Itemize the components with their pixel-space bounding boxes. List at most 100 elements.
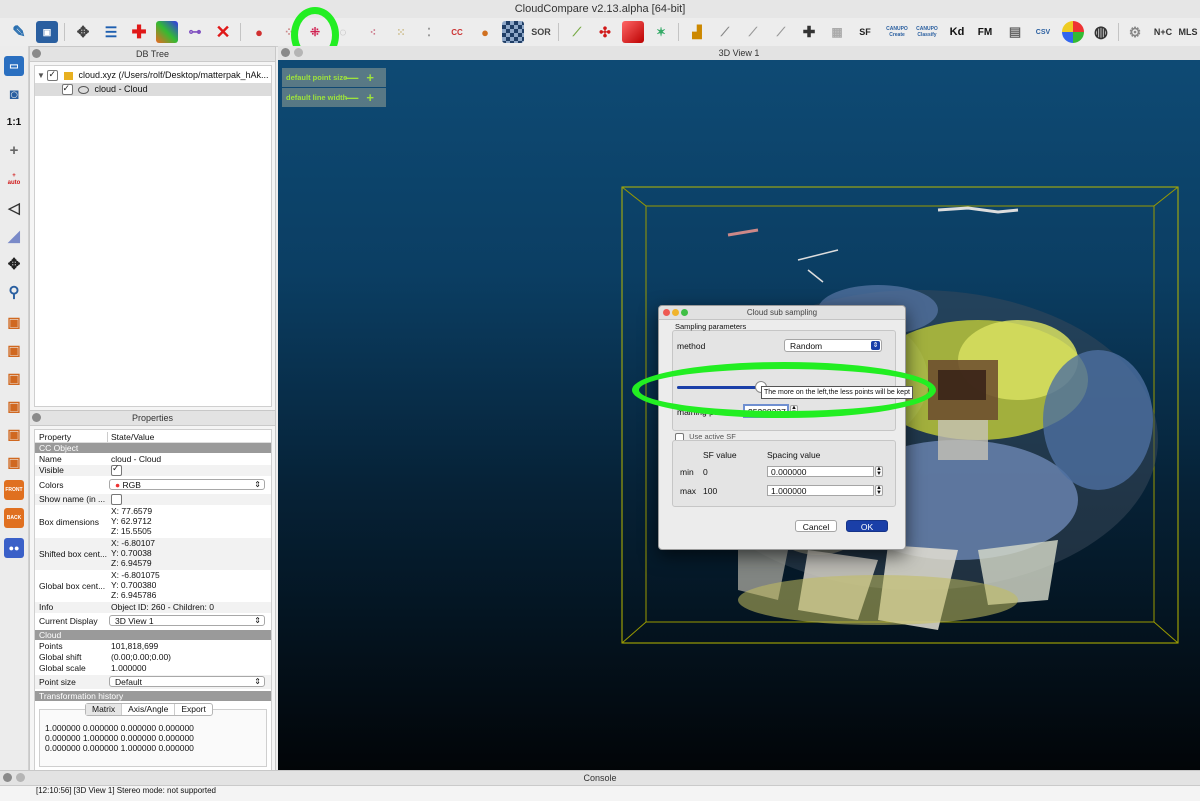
tree-item-cloud[interactable]: cloud - Cloud xyxy=(35,82,271,96)
folder-icon xyxy=(63,71,73,80)
points-icon[interactable]: ⁚ xyxy=(418,21,440,43)
subsample-icon[interactable]: ⁜ xyxy=(304,21,326,43)
maximize-icon[interactable] xyxy=(681,309,688,316)
move-icon[interactable]: ✥ xyxy=(4,254,24,274)
minimize-icon[interactable] xyxy=(672,309,679,316)
compare-icon[interactable]: ⟋ xyxy=(742,21,764,43)
zoom-one-icon[interactable]: 1:1 xyxy=(4,112,24,132)
edit-icon[interactable]: ⟋ xyxy=(714,21,736,43)
delete-icon[interactable]: ✕ xyxy=(212,21,234,43)
front-iso-icon[interactable]: FRONT xyxy=(4,480,24,500)
cloud-icon xyxy=(78,85,90,94)
segment-icon[interactable] xyxy=(622,21,644,43)
camera-icon[interactable]: ◙ xyxy=(4,84,24,104)
cancel-button[interactable]: Cancel xyxy=(795,520,837,532)
min-spacing-field[interactable]: 0.000000 xyxy=(767,466,874,477)
merge-icon[interactable]: ✚ xyxy=(128,21,150,43)
grid-icon[interactable]: ▦ xyxy=(826,21,848,43)
max-spacing-value: 1.000000 xyxy=(771,486,807,496)
cloud-visibility-checkbox[interactable] xyxy=(61,82,73,96)
root-visibility-checkbox[interactable] xyxy=(47,68,59,82)
expand-arrow-icon[interactable]: ▼ xyxy=(37,71,45,80)
close-icon[interactable] xyxy=(281,48,290,57)
current-display-select[interactable]: 3D View 1 xyxy=(109,615,265,626)
plus-icon[interactable]: ✚ xyxy=(798,21,820,43)
float-icon[interactable] xyxy=(16,773,25,782)
point-size-select[interactable]: Default xyxy=(109,676,265,687)
close-icon[interactable] xyxy=(32,413,41,422)
translate-icon[interactable]: ✣ xyxy=(594,21,616,43)
crop-icon[interactable]: ⁖ xyxy=(362,21,384,43)
float-icon[interactable] xyxy=(294,48,303,57)
row-box-dimensions: Box dimensions X: 77.6579 Y: 62.9712 Z: … xyxy=(35,506,271,538)
drop-icon[interactable]: ● xyxy=(474,21,496,43)
max-spacing-stepper[interactable]: ▲ ▼ xyxy=(875,485,883,496)
max-spacing-field[interactable]: 1.000000 xyxy=(767,485,874,496)
close-icon[interactable] xyxy=(32,49,41,58)
view-front-icon[interactable]: ▣ xyxy=(4,340,24,360)
remaining-points-stepper[interactable]: ▲ ▼ xyxy=(790,405,798,417)
filter-icon[interactable]: ◌ xyxy=(332,21,354,43)
scatter-icon[interactable]: ⁘ xyxy=(278,21,300,43)
view-right-icon[interactable]: ▣ xyxy=(4,424,24,444)
view-bottom-icon[interactable]: ▣ xyxy=(4,452,24,472)
stat-icon[interactable]: ▟ xyxy=(686,21,708,43)
view-back-icon[interactable]: ▣ xyxy=(4,396,24,416)
visible-checkbox[interactable] xyxy=(111,463,122,477)
sor-icon[interactable]: SOR xyxy=(530,21,552,43)
save-icon[interactable]: ▣ xyxy=(36,21,58,43)
mls-icon[interactable]: MLS xyxy=(1178,21,1198,43)
list-icon[interactable]: ☰ xyxy=(100,21,122,43)
zoom-icon[interactable]: ⚲ xyxy=(4,282,24,302)
fm-icon[interactable]: FM xyxy=(974,21,996,43)
kd-icon[interactable]: Kd xyxy=(946,21,968,43)
back-iso-icon[interactable]: BACK xyxy=(4,508,24,528)
export-icon[interactable]: ▤ xyxy=(1004,21,1026,43)
n-c-icon[interactable]: N+C xyxy=(1152,21,1174,43)
ok-button[interactable]: OK xyxy=(846,520,888,532)
view-top-icon[interactable]: ▣ xyxy=(4,312,24,332)
clone-icon[interactable]: ⊶ xyxy=(184,21,206,43)
perspective-icon[interactable]: ◁ xyxy=(4,198,24,218)
tab-axis-angle[interactable]: Axis/Angle xyxy=(121,704,174,715)
auto-pivot-icon[interactable]: + auto xyxy=(4,170,24,190)
close-icon[interactable] xyxy=(3,773,12,782)
checker-icon[interactable] xyxy=(502,21,524,43)
plane-icon[interactable]: ◢ xyxy=(4,226,24,246)
pick-icon[interactable]: ⟋ xyxy=(566,21,588,43)
stereo-icon[interactable]: ●● xyxy=(4,538,24,558)
tree-item-root[interactable]: ▼ cloud.xyz (/Users/rolf/Desktop/matterp… xyxy=(37,68,269,82)
color-icon[interactable] xyxy=(1062,21,1084,43)
open-icon[interactable]: ✎ xyxy=(8,21,30,43)
noise-icon[interactable]: ⁙ xyxy=(390,21,412,43)
view-left-icon[interactable]: ▣ xyxy=(4,368,24,388)
method-select[interactable]: Random ⇕ xyxy=(784,339,882,352)
tree-root-label: cloud.xyz (/Users/rolf/Desktop/matterpak… xyxy=(78,70,269,80)
sf-icon[interactable]: SF xyxy=(854,21,876,43)
globe-icon[interactable]: ◍ xyxy=(1090,21,1112,43)
compare2-icon[interactable]: ⟋ xyxy=(770,21,792,43)
sample-icon[interactable]: ● xyxy=(248,21,270,43)
colors-select[interactable]: ● RGB xyxy=(109,479,265,490)
sampling-slider-fill xyxy=(677,386,761,389)
box-dimensions-key: Box dimensions xyxy=(39,517,100,527)
db-tree-list[interactable]: ▼ cloud.xyz (/Users/rolf/Desktop/matterp… xyxy=(34,65,272,407)
scalar-icon[interactable] xyxy=(156,21,178,43)
min-spacing-stepper[interactable]: ▲ ▼ xyxy=(875,466,883,477)
gear-icon[interactable]: ⚙ xyxy=(1124,21,1146,43)
cc-icon[interactable]: CC xyxy=(446,21,468,43)
close-icon[interactable] xyxy=(663,309,670,316)
colors-key: Colors xyxy=(39,480,64,490)
remaining-points-field[interactable]: 35208337 xyxy=(743,404,789,418)
settings-icon[interactable]: ✥ xyxy=(72,21,94,43)
show-name-checkbox[interactable] xyxy=(111,494,122,506)
canupo-create-icon[interactable]: CANUPO Create xyxy=(886,21,908,43)
global-center-key: Global box cent... xyxy=(39,581,106,591)
tab-export[interactable]: Export xyxy=(174,704,212,715)
csv-icon[interactable]: CSV xyxy=(1032,21,1054,43)
display-icon[interactable]: ▭ xyxy=(4,56,24,76)
canupo-classify-icon[interactable]: CANUPO Classify xyxy=(916,21,938,43)
align-icon[interactable]: ✶ xyxy=(650,21,672,43)
crosshair-icon[interactable]: + xyxy=(4,140,24,160)
tab-matrix[interactable]: Matrix xyxy=(86,704,122,715)
